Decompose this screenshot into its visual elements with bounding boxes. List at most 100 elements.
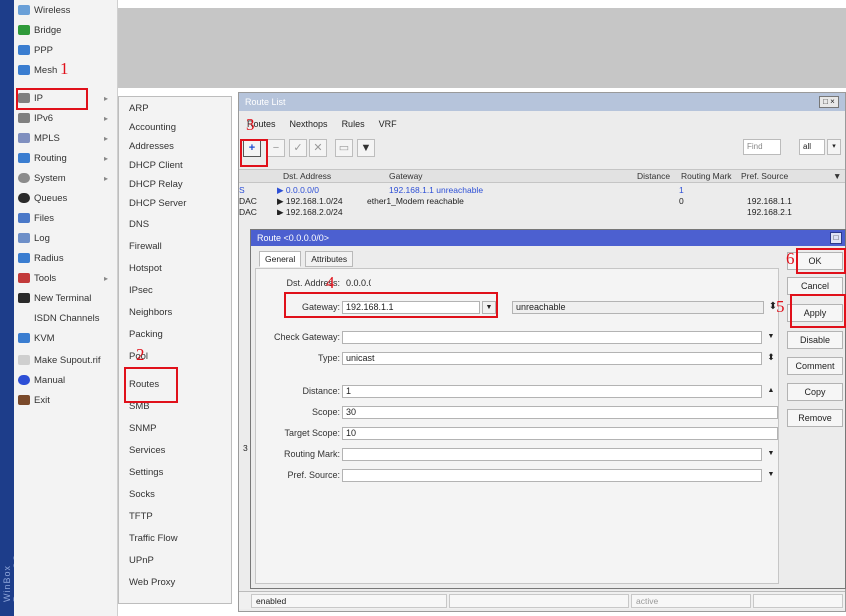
maximize-icon[interactable]: □	[830, 232, 842, 244]
remove-button[interactable]: Remove	[787, 409, 843, 427]
column-dst-address[interactable]: Dst. Address	[283, 171, 331, 181]
submenu-item-accounting[interactable]: Accounting	[119, 118, 231, 137]
route-dialog-title[interactable]: Route <0.0.0.0/0>	[251, 230, 845, 246]
menu-item-routing[interactable]: Routing ▸	[14, 148, 118, 168]
submenu-item-packing[interactable]: Packing	[119, 325, 231, 344]
route-list-title[interactable]: Route List	[239, 93, 845, 111]
cancel-button[interactable]: Cancel	[787, 277, 843, 295]
menu-item-system[interactable]: System ▸	[14, 168, 118, 188]
brand-strip	[0, 0, 14, 616]
submenu-item-dhcp-server[interactable]: DHCP Server	[119, 194, 231, 213]
column-routing-mark[interactable]: Routing Mark	[681, 171, 732, 181]
disable-button[interactable]: Disable	[787, 331, 843, 349]
submenu-item-firewall[interactable]: Firewall	[119, 237, 231, 256]
menu-item-wireless[interactable]: Wireless	[14, 0, 118, 20]
chevron-up-icon[interactable]: ▲	[764, 385, 778, 398]
row-pref-source: 192.168.1.1	[747, 196, 792, 206]
column-distance[interactable]: Distance	[637, 171, 670, 181]
distance-field[interactable]: 1	[342, 385, 762, 398]
submenu-item-neighbors[interactable]: Neighbors	[119, 303, 231, 322]
menu-item-exit[interactable]: Exit	[14, 390, 118, 410]
submenu-item-web-proxy[interactable]: Web Proxy	[119, 573, 231, 592]
submenu-item-dhcp-client[interactable]: DHCP Client	[119, 156, 231, 175]
submenu-arrow-icon: ▸	[103, 273, 108, 283]
radius-icon	[18, 253, 30, 263]
submenu-item-settings[interactable]: Settings	[119, 463, 231, 482]
dst-address-field[interactable]: 0.0.0.0/0	[342, 277, 372, 290]
type-field[interactable]: unicast	[342, 352, 762, 365]
ipv6-icon	[18, 113, 30, 123]
copy-button[interactable]: Copy	[787, 383, 843, 401]
tab-attributes[interactable]: Attributes	[305, 251, 354, 267]
menu-item-mpls[interactable]: MPLS ▸	[14, 128, 118, 148]
menu-item-ipv6[interactable]: IPv6 ▸	[14, 108, 118, 128]
menu-item-isdn-channels[interactable]: ISDN Channels	[14, 308, 118, 328]
menu-item-tools[interactable]: Tools ▸	[14, 268, 118, 288]
comment-button[interactable]: ▭	[335, 139, 353, 157]
tab-nexthops[interactable]: Nexthops	[288, 119, 330, 135]
chevron-down-icon[interactable]: ▼	[764, 331, 778, 344]
submenu-item-snmp[interactable]: SNMP	[119, 419, 231, 438]
submenu-item-tftp[interactable]: TFTP	[119, 507, 231, 526]
submenu-item-traffic-flow[interactable]: Traffic Flow	[119, 529, 231, 548]
menu-item-new-terminal[interactable]: New Terminal	[14, 288, 118, 308]
submenu-item-socks[interactable]: Socks	[119, 485, 231, 504]
submenu-item-hotspot[interactable]: Hotspot	[119, 259, 231, 278]
routing-mark-field[interactable]	[342, 448, 762, 461]
pref-source-field[interactable]	[342, 469, 762, 482]
ppp-icon	[18, 45, 30, 55]
table-row[interactable]: DAC ▶ 192.168.1.0/24 ether1_Modem reacha…	[239, 196, 845, 206]
column-gateway[interactable]: Gateway	[389, 171, 423, 181]
menu-item-ppp[interactable]: PPP	[14, 40, 118, 60]
isdn-icon	[18, 313, 30, 323]
submenu-item-arp[interactable]: ARP	[119, 99, 231, 118]
menu-item-queues[interactable]: Queues	[14, 188, 118, 208]
target-scope-field[interactable]: 10	[342, 427, 778, 440]
find-input[interactable]: Find	[743, 139, 781, 155]
annotation-box-ok	[796, 248, 846, 274]
submenu-item-dns[interactable]: DNS	[119, 215, 231, 234]
wireless-icon	[18, 5, 30, 15]
remove-button[interactable]: −	[267, 139, 285, 157]
chevron-down-icon[interactable]: ▼	[764, 448, 778, 461]
terminal-icon	[18, 293, 30, 303]
submenu-item-upnp[interactable]: UPnP	[119, 551, 231, 570]
chevron-down-icon[interactable]: ▼	[764, 469, 778, 482]
filter-select[interactable]: all	[799, 139, 825, 155]
submenu-item-dhcp-relay[interactable]: DHCP Relay	[119, 175, 231, 194]
menu-item-radius[interactable]: Radius	[14, 248, 118, 268]
menu-item-make-supout[interactable]: Make Supout.rif	[14, 350, 118, 370]
submenu-item-ipsec[interactable]: IPsec	[119, 281, 231, 300]
scope-field[interactable]: 30	[342, 406, 778, 419]
submenu-item-addresses[interactable]: Addresses	[119, 137, 231, 156]
column-pref-source[interactable]: Pref. Source	[741, 171, 788, 181]
tab-general[interactable]: General	[259, 251, 302, 267]
filter-icon[interactable]: ▼	[357, 139, 375, 157]
enable-button[interactable]: ✓	[289, 139, 307, 157]
check-gateway-field[interactable]	[342, 331, 762, 344]
route-dialog: Route <0.0.0.0/0> □ General Attributes D…	[250, 229, 846, 589]
row-dst: ▶ 192.168.1.0/24	[277, 196, 343, 206]
tab-vrf[interactable]: VRF	[377, 119, 399, 135]
table-row[interactable]: DAC ▶ 192.168.2.0/24 192.168.2.1	[239, 207, 845, 215]
routing-icon	[18, 153, 30, 163]
row-flags: DAC	[239, 207, 257, 215]
tab-rules[interactable]: Rules	[340, 119, 367, 135]
mpls-icon	[18, 133, 30, 143]
menu-item-files[interactable]: Files	[14, 208, 118, 228]
type-stepper-icon[interactable]: ⬍	[764, 352, 778, 365]
routing-mark-label: Routing Mark:	[283, 449, 340, 459]
window-controls-icon[interactable]: □ ×	[819, 96, 839, 108]
table-row[interactable]: S ▶ 0.0.0.0/0 192.168.1.1 unreachable 1	[239, 185, 845, 195]
comment-button[interactable]: Comment	[787, 357, 843, 375]
menu-item-bridge[interactable]: Bridge	[14, 20, 118, 40]
menu-item-kvm[interactable]: KVM	[14, 328, 118, 348]
column-menu-icon[interactable]: ▼	[833, 171, 841, 181]
disable-button[interactable]: ✕	[309, 139, 327, 157]
submenu-item-services[interactable]: Services	[119, 441, 231, 460]
menu-item-log[interactable]: Log	[14, 228, 118, 248]
chevron-down-icon[interactable]: ▾	[827, 139, 841, 155]
annotation-box-ip	[16, 88, 88, 110]
exit-icon	[18, 395, 30, 405]
menu-item-manual[interactable]: Manual	[14, 370, 118, 390]
